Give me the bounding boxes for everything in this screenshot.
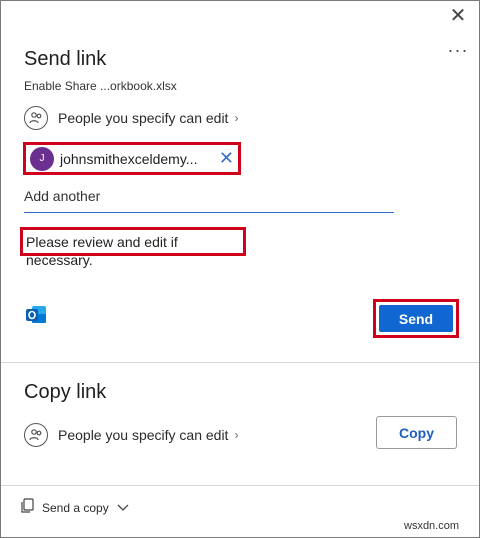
close-icon[interactable]: ✕	[446, 4, 470, 28]
footer-divider	[1, 485, 479, 486]
copy-link-title: Copy link	[24, 381, 107, 403]
recipient-email: johnsmithexceldemy...	[60, 150, 198, 167]
chevron-down-icon	[117, 501, 129, 515]
recipient-chip[interactable]: J johnsmithexceldemy... ✕	[23, 142, 241, 175]
send-link-title: Send link	[24, 48, 107, 70]
section-divider	[1, 362, 479, 363]
people-icon	[24, 106, 48, 130]
permission-selector[interactable]: People you specify can edit ›	[24, 106, 238, 130]
more-options-icon[interactable]: ···	[446, 40, 470, 60]
file-name: Enable Share ...orkbook.xlsx	[24, 79, 177, 93]
people-icon	[24, 423, 48, 447]
permission-label: People you specify can edit	[58, 110, 229, 126]
send-button[interactable]: Send	[379, 305, 453, 332]
copy-permission-label: People you specify can edit	[58, 427, 229, 443]
copy-document-icon	[20, 498, 34, 517]
avatar: J	[30, 146, 54, 171]
send-highlight: Send	[373, 299, 459, 338]
copy-button[interactable]: Copy	[376, 416, 457, 449]
watermark: wsxdn.com	[404, 520, 460, 532]
chevron-right-icon: ›	[234, 111, 239, 125]
copy-permission-selector[interactable]: People you specify can edit ›	[24, 423, 238, 447]
send-a-copy-label: Send a copy	[42, 500, 109, 515]
chevron-right-icon: ›	[234, 428, 239, 442]
remove-recipient-icon[interactable]: ✕	[219, 148, 238, 169]
add-another-field[interactable]: Add another	[24, 188, 394, 213]
add-another-placeholder: Add another	[24, 188, 101, 204]
send-a-copy-button[interactable]: Send a copy	[20, 498, 129, 517]
outlook-icon[interactable]	[24, 304, 48, 331]
message-field[interactable]: Please review and edit if necessary.	[20, 227, 246, 268]
